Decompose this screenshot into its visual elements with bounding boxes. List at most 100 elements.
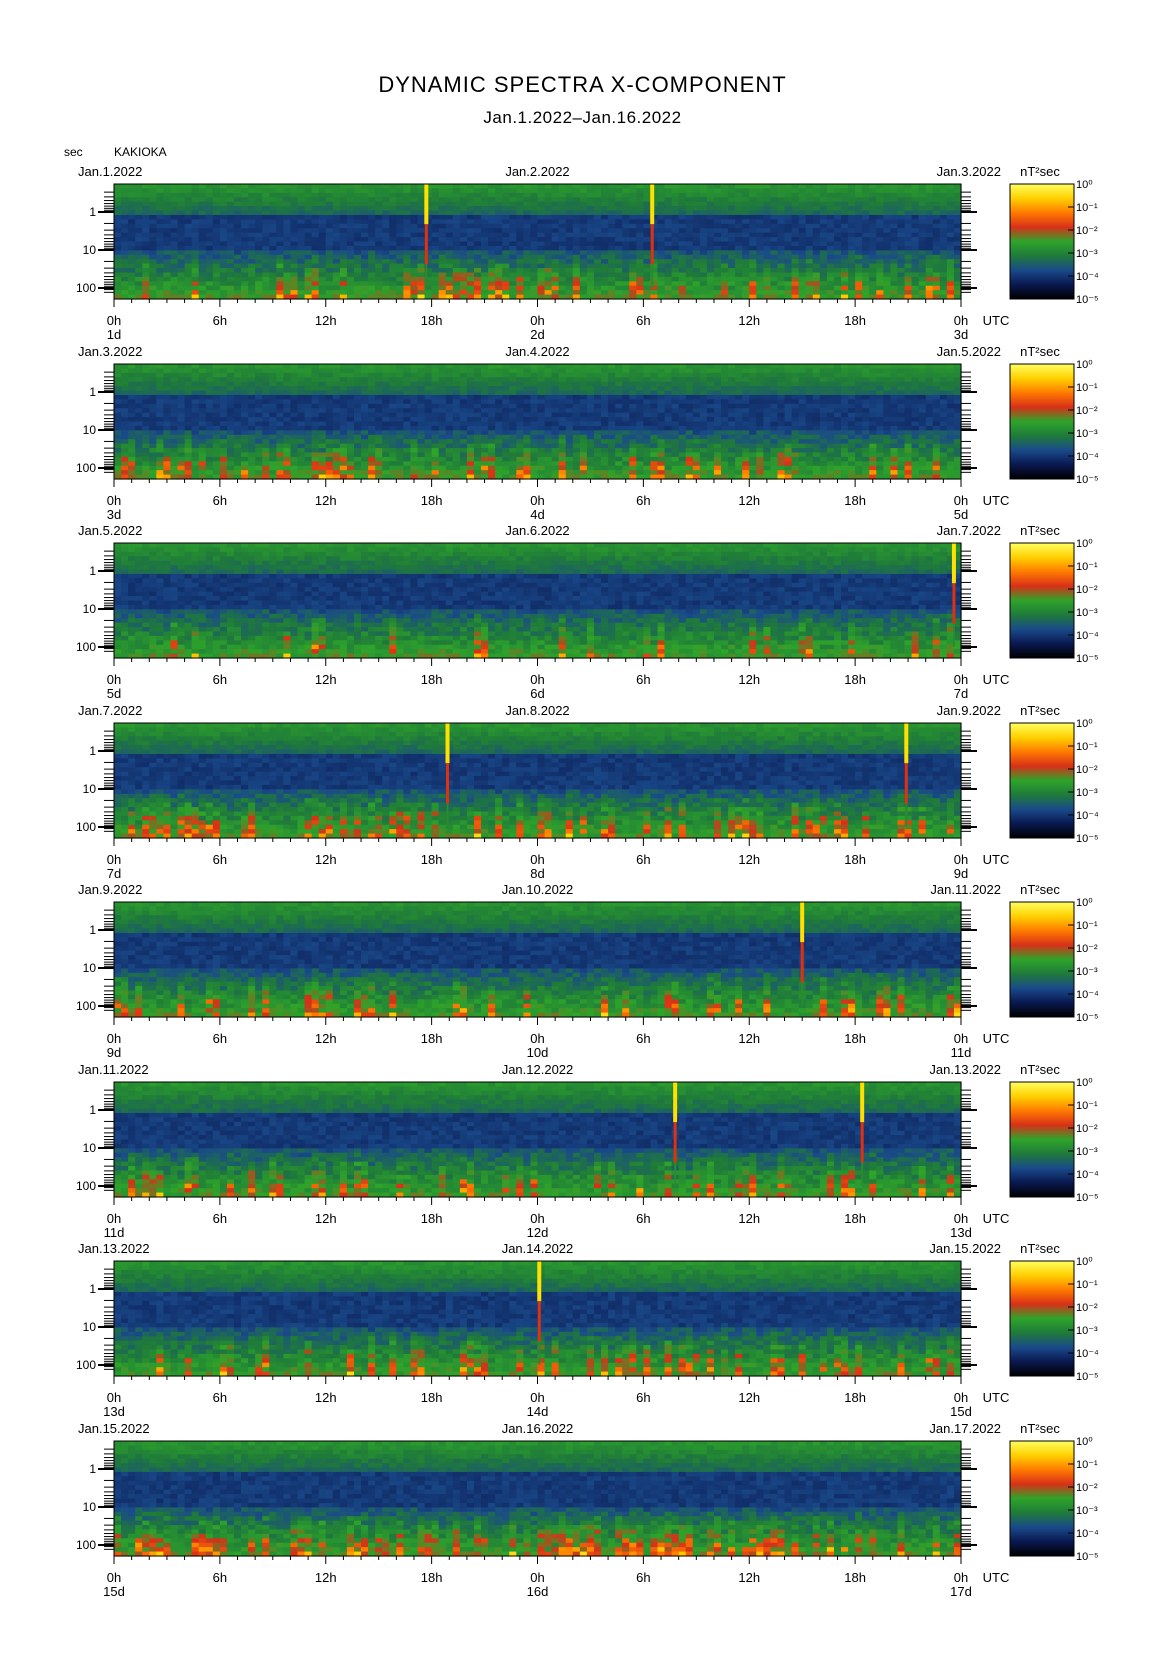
heatmap-cell xyxy=(672,268,680,273)
heatmap-cell xyxy=(241,184,249,189)
heatmap-cell xyxy=(192,430,200,435)
heatmap-cell xyxy=(763,193,771,198)
heatmap-cell xyxy=(777,250,785,255)
heatmap-cell xyxy=(919,224,927,229)
heatmap-cell xyxy=(509,215,517,220)
heatmap-cell xyxy=(206,197,214,202)
heatmap-cell xyxy=(947,281,955,286)
heatmap-cell xyxy=(396,377,404,382)
heatmap-cell xyxy=(502,206,510,211)
heatmap-cell xyxy=(516,233,524,238)
heatmap-cell xyxy=(403,386,411,391)
heatmap-cell xyxy=(163,439,171,444)
heatmap-cell xyxy=(516,404,524,409)
heatmap-cell xyxy=(156,197,164,202)
heatmap-cell xyxy=(135,255,143,260)
heatmap-cell xyxy=(149,255,157,260)
heatmap-cell xyxy=(206,377,214,382)
heatmap-cell xyxy=(347,430,355,435)
heatmap-cell xyxy=(827,202,835,207)
heatmap-cell xyxy=(206,255,214,260)
heatmap-cell xyxy=(700,211,708,216)
heatmap-cell xyxy=(834,237,842,242)
heatmap-cell xyxy=(933,268,941,273)
heatmap-cell xyxy=(552,272,560,277)
heatmap-cell xyxy=(382,399,390,404)
heatmap-cell xyxy=(340,246,348,251)
heatmap-cell xyxy=(545,452,553,457)
heatmap-cell xyxy=(552,417,560,422)
pulse-low xyxy=(425,265,427,288)
heatmap-cell xyxy=(163,386,171,391)
heatmap-cell xyxy=(319,404,327,409)
heatmap-cell xyxy=(163,193,171,198)
heatmap-cell xyxy=(354,395,362,400)
heatmap-cell xyxy=(474,452,482,457)
heatmap-cell xyxy=(566,215,574,220)
heatmap-cell xyxy=(552,413,560,418)
heatmap-cell xyxy=(128,457,136,462)
heatmap-cell xyxy=(523,250,531,255)
heatmap-cell xyxy=(707,246,715,251)
heatmap-cell xyxy=(354,452,362,457)
heatmap-cell xyxy=(453,264,461,269)
heatmap-cell xyxy=(538,246,546,251)
heatmap-cell xyxy=(693,277,701,282)
heatmap-cell xyxy=(636,259,644,264)
heatmap-cell xyxy=(340,368,348,373)
heatmap-cell xyxy=(368,439,376,444)
heatmap-cell xyxy=(446,382,454,387)
heatmap-cell xyxy=(643,264,651,269)
heatmap-cell xyxy=(298,422,306,427)
heatmap-cell xyxy=(545,219,553,224)
heatmap-cell xyxy=(933,193,941,198)
heatmap-cell xyxy=(178,184,186,189)
heatmap-cell xyxy=(425,466,433,471)
heatmap-cell xyxy=(876,250,884,255)
heatmap-cell xyxy=(149,264,157,269)
heatmap-cell xyxy=(799,264,807,269)
heatmap-cell xyxy=(820,281,828,286)
heatmap-cell xyxy=(714,268,722,273)
heatmap-cell xyxy=(185,386,193,391)
heatmap-cell xyxy=(248,448,256,453)
heatmap-cell xyxy=(897,259,905,264)
heatmap-cell xyxy=(347,277,355,282)
heatmap-cell xyxy=(410,457,418,462)
heatmap-cell xyxy=(114,250,122,255)
heatmap-cell xyxy=(340,413,348,418)
heatmap-cell xyxy=(749,193,757,198)
heatmap-cell xyxy=(495,364,503,369)
heatmap-cell xyxy=(566,435,574,440)
heatmap-cell xyxy=(601,272,609,277)
heatmap-cell xyxy=(947,224,955,229)
heatmap-cell xyxy=(163,281,171,286)
heatmap-cell xyxy=(163,364,171,369)
heatmap-cell xyxy=(121,246,129,251)
heatmap-cell xyxy=(178,404,186,409)
heatmap-cell xyxy=(509,197,517,202)
heatmap-cell xyxy=(403,377,411,382)
heatmap-cell xyxy=(559,219,567,224)
heatmap-cell xyxy=(820,202,828,207)
heatmap-cell xyxy=(305,444,313,449)
heatmap-cell xyxy=(375,413,383,418)
heatmap-cell xyxy=(693,286,701,291)
heatmap-cell xyxy=(587,259,595,264)
heatmap-cell xyxy=(728,250,736,255)
heatmap-cell xyxy=(926,259,934,264)
heatmap-cell xyxy=(298,391,306,396)
heatmap-cell xyxy=(756,237,764,242)
heatmap-cell xyxy=(312,408,320,413)
heatmap-cell xyxy=(538,255,546,260)
heatmap-cell xyxy=(135,202,143,207)
heatmap-cell xyxy=(298,184,306,189)
heatmap-cell xyxy=(495,430,503,435)
heatmap-cell xyxy=(785,193,793,198)
heatmap-cell xyxy=(855,211,863,216)
heatmap-cell xyxy=(220,264,228,269)
heatmap-cell xyxy=(361,286,369,291)
heatmap-cell xyxy=(446,399,454,404)
heatmap-cell xyxy=(869,215,877,220)
heatmap-cell xyxy=(777,272,785,277)
